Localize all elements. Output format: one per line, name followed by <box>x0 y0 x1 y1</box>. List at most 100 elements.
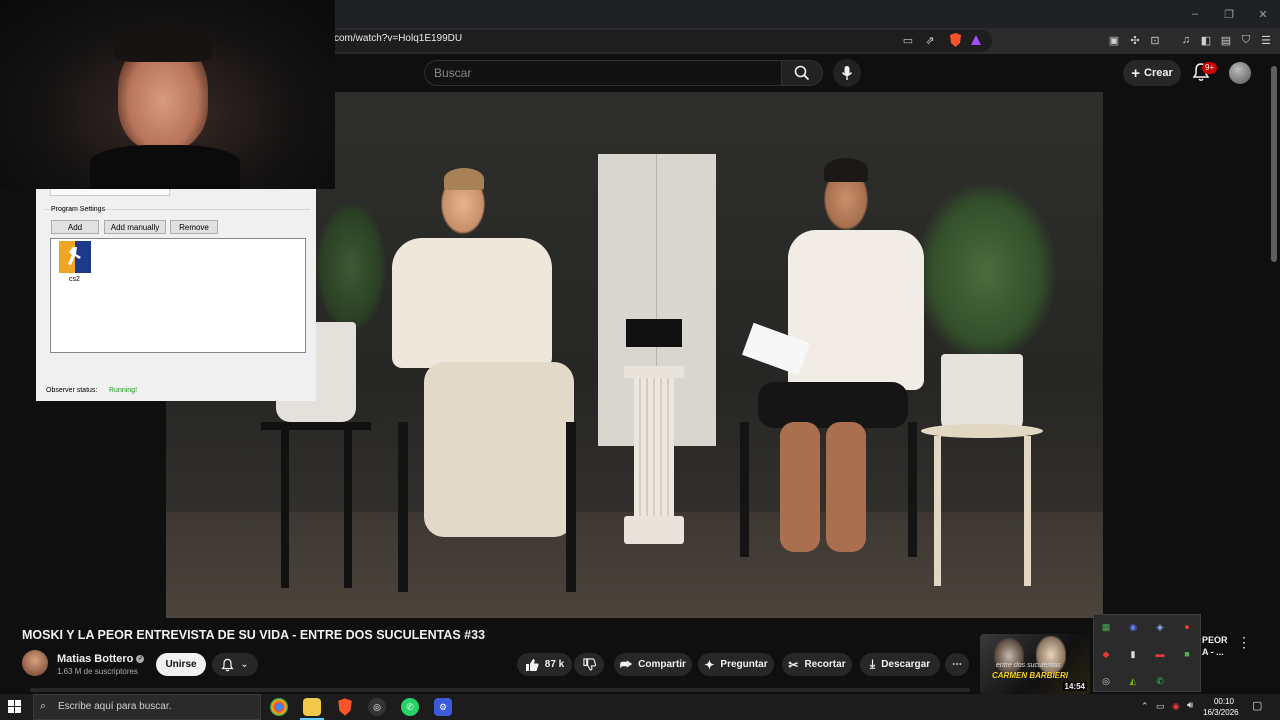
window-controls: – ❐ ✕ <box>1178 0 1280 28</box>
whatsapp-taskbar-icon[interactable]: ✆ <box>401 698 419 716</box>
obs-taskbar-icon[interactable]: ◎ <box>368 698 386 716</box>
sidebar-icon[interactable]: ◧ <box>1198 32 1214 48</box>
clip-label: Recortar <box>804 659 846 670</box>
brave-shield-icon[interactable] <box>947 32 963 48</box>
channel-avatar[interactable] <box>22 650 48 676</box>
microphone-tray-icon[interactable]: ▮ <box>1127 648 1139 660</box>
close-button[interactable]: ✕ <box>1246 0 1280 28</box>
app-red-tray-icon[interactable]: ▬ <box>1154 648 1166 660</box>
share-button[interactable]: ⮫ Compartir <box>614 653 692 676</box>
url-text: com/watch?v=Holq1E199DU <box>334 33 463 44</box>
app-status-icon[interactable]: ◉ <box>1172 701 1180 712</box>
windows-icon <box>8 700 21 713</box>
channel-name[interactable]: Matias Bottero ✓ <box>57 653 145 665</box>
page-scrollbar[interactable] <box>1271 66 1277 262</box>
minimize-button[interactable]: – <box>1178 0 1212 28</box>
suggested-title-line2: A - ... <box>1202 647 1224 657</box>
chevron-up-icon[interactable]: ⌃ <box>1141 701 1149 712</box>
thumbs-down-icon <box>582 658 596 671</box>
program-settings-label: Program Settings <box>51 206 106 213</box>
scissors-icon: ✂ <box>788 657 799 672</box>
shield-tray-icon[interactable]: ◆ <box>1100 648 1112 660</box>
taskbar-search-placeholder: Escribe aquí para buscar. <box>58 701 172 712</box>
search-icon: ⌕ <box>40 700 47 712</box>
clip-button[interactable]: ✂ Recortar <box>782 653 852 676</box>
notification-count-badge: 9+ <box>1202 62 1218 74</box>
search-button[interactable] <box>781 60 823 86</box>
clock-date[interactable]: 16/3/2026 <box>1203 708 1239 717</box>
microphone-icon <box>841 66 853 80</box>
steam-tray-icon[interactable]: ◈ <box>1154 621 1166 633</box>
search-placeholder: Buscar <box>434 66 472 80</box>
sparkle-icon: ✦ <box>704 657 715 672</box>
subscription-bell-button[interactable]: ⌄ <box>212 653 258 676</box>
more-actions-button[interactable]: ⋯ <box>945 653 969 676</box>
suggested-video-thumbnail[interactable]: entre dos suculentas CARMEN BARBIERI 14:… <box>980 634 1090 694</box>
mic-muted-tray-icon[interactable]: ⏺ <box>1181 621 1193 633</box>
volume-icon[interactable]: 🔊︎ <box>1187 700 1193 711</box>
share-icon: ⮫ <box>620 656 633 672</box>
maximize-button[interactable]: ❐ <box>1212 0 1246 28</box>
suggested-video-menu[interactable]: ⋮ <box>1237 634 1251 651</box>
extension-icon[interactable]: ▣ <box>1106 32 1122 48</box>
download-label: Descargar <box>881 659 931 670</box>
file-explorer-taskbar-icon[interactable] <box>303 698 321 716</box>
nvidia-tray-icon[interactable]: ◭ <box>1127 675 1139 687</box>
program-name: cs2 <box>69 276 80 283</box>
thumbs-up-icon <box>525 658 539 671</box>
vpn-icon[interactable]: ⛉ <box>1238 32 1254 48</box>
clock-time[interactable]: 00:10 <box>1212 697 1236 706</box>
remove-button[interactable]: Remove <box>170 220 218 234</box>
network-icon[interactable]: ▭ <box>1156 701 1165 712</box>
obs-tray-icon[interactable]: ◎ <box>1100 675 1112 687</box>
suggested-title-line1: PEOR <box>1202 635 1228 645</box>
chrome-taskbar-icon[interactable] <box>270 698 288 716</box>
program-list[interactable]: cs2 <box>50 238 306 353</box>
add-button[interactable]: Add <box>51 220 99 234</box>
download-icon: ⤓ <box>869 657 876 671</box>
puzzle-icon[interactable]: ✣ <box>1127 32 1143 48</box>
cast-icon[interactable]: ▭ <box>900 32 916 48</box>
discord-tray-icon[interactable]: ◉ <box>1127 621 1139 633</box>
settings-app-taskbar-icon[interactable]: ⚙ <box>434 698 452 716</box>
start-button[interactable] <box>8 700 22 714</box>
chevron-down-icon: ⌄ <box>240 659 249 670</box>
share-label: Compartir <box>638 659 686 670</box>
dislike-button[interactable] <box>574 653 604 676</box>
brave-rewards-icon[interactable] <box>968 32 984 48</box>
download-button[interactable]: ⤓ Descargar <box>860 653 940 676</box>
account-avatar[interactable] <box>1229 62 1251 84</box>
ask-button[interactable]: ✦ Preguntar <box>698 653 774 676</box>
share-icon[interactable]: ⇗ <box>922 32 938 48</box>
video-duration: 14:54 <box>1062 682 1087 691</box>
create-button[interactable]: + Crear <box>1123 60 1181 86</box>
verified-icon: ✓ <box>136 655 145 664</box>
search-input[interactable] <box>424 60 782 86</box>
menu-icon[interactable]: ☰ <box>1258 32 1274 48</box>
wallet-icon[interactable]: ▤ <box>1218 32 1234 48</box>
screenshot-icon[interactable]: ⊡ <box>1147 32 1163 48</box>
cs2-icon[interactable] <box>59 241 91 273</box>
program-settings-window: Program Settings Add Add manually Remove… <box>36 189 316 401</box>
join-button[interactable]: Unirse <box>156 653 206 676</box>
music-icon[interactable]: ♫ <box>1178 32 1194 48</box>
thumbnail-title: CARMEN BARBIERI <box>992 671 1068 680</box>
brave-taskbar-icon[interactable] <box>336 698 354 716</box>
tray-overflow-popup: ▦ ◉ ◈ ⏺ ◆ ▮ ▬ ■ ◎ ◭ ✆ <box>1093 614 1201 692</box>
like-button[interactable]: 87 k <box>517 653 572 676</box>
like-count: 87 k <box>544 659 565 670</box>
create-label: Crear <box>1144 67 1173 79</box>
notification-center-icon[interactable]: ▢ <box>1252 699 1262 712</box>
ask-label: Preguntar <box>720 659 768 670</box>
add-manually-button[interactable]: Add manually <box>104 220 166 234</box>
subscriber-count: 1.63 M de suscriptores <box>57 667 138 676</box>
suggested-video-title[interactable]: PEOR A - ... <box>1202 635 1228 657</box>
webcam-overlay <box>0 0 335 189</box>
green-tray-icon[interactable]: ■ <box>1181 648 1193 660</box>
whatsapp-tray-icon[interactable]: ✆ <box>1154 675 1166 687</box>
more-icon: ⋯ <box>952 659 962 670</box>
channel-name-text: Matias Bottero <box>57 653 134 665</box>
voice-search-button[interactable] <box>833 59 861 87</box>
app-tray-icon[interactable]: ▦ <box>1100 621 1112 633</box>
observer-status-value: Running! <box>109 387 138 394</box>
